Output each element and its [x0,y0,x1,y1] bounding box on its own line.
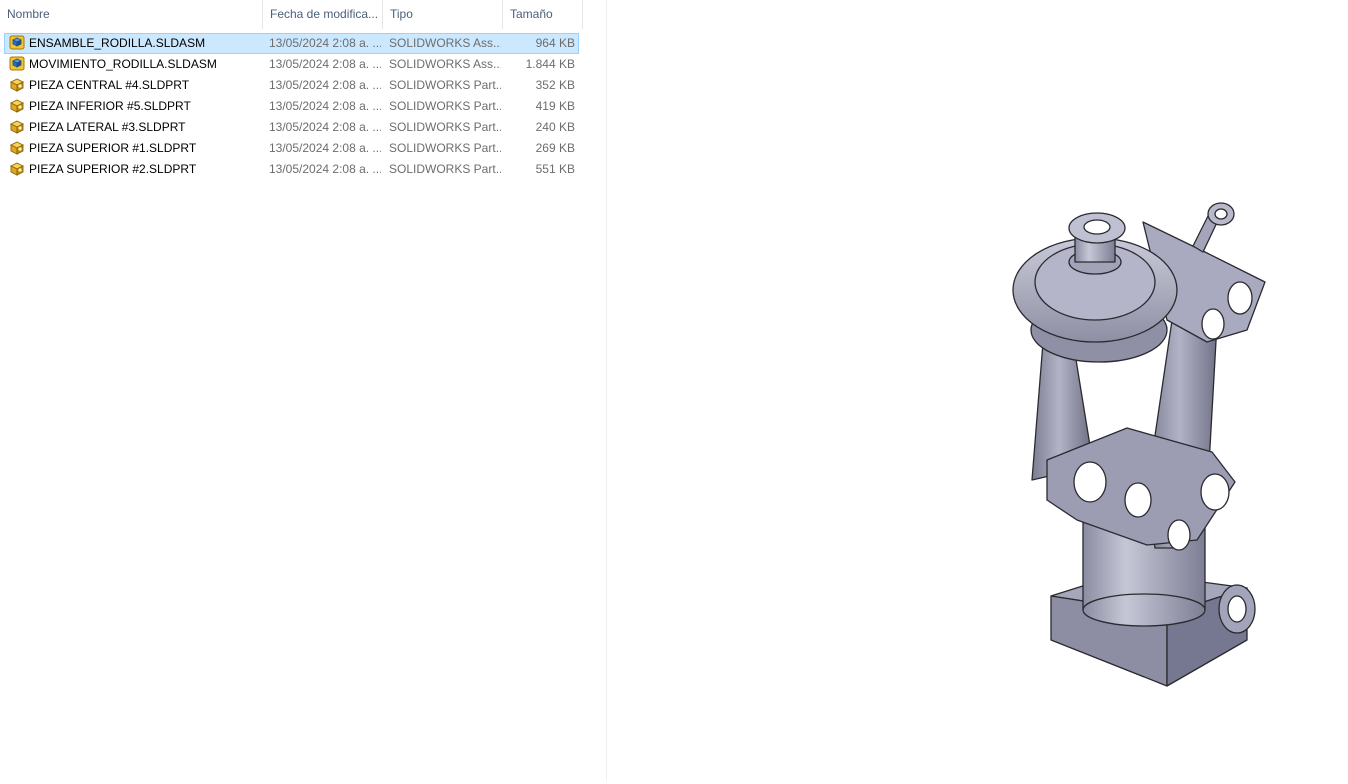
yoke-hole-right [1200,473,1230,511]
file-size: 964 KB [535,36,575,50]
file-type: SOLIDWORKS Part... [389,99,501,113]
part-icon [9,160,25,176]
file-type: SOLIDWORKS Part... [389,141,501,155]
file-date: 13/05/2024 2:08 a. ... [269,57,381,71]
part-icon [9,76,25,92]
file-date: 13/05/2024 2:08 a. ... [269,141,381,155]
file-type: SOLIDWORKS Part... [389,120,501,134]
file-list-pane: ^ Nombre Fecha de modifica... Tipo Tamañ… [0,0,607,781]
file-size: 551 KB [535,162,575,176]
column-header-type[interactable]: Tipo [383,0,503,29]
file-date: 13/05/2024 2:08 a. ... [269,162,381,176]
yoke-hole-left [1073,461,1107,503]
file-name: PIEZA CENTRAL #4.SLDPRT [29,78,190,92]
file-type: SOLIDWORKS Ass... [389,36,501,50]
file-size: 269 KB [535,141,575,155]
file-type: SOLIDWORKS Ass... [389,57,501,71]
file-type: SOLIDWORKS Part... [389,78,501,92]
file-date: 13/05/2024 2:08 a. ... [269,36,381,50]
file-name: PIEZA INFERIOR #5.SLDPRT [29,99,191,113]
file-size: 419 KB [535,99,575,113]
file-date: 13/05/2024 2:08 a. ... [269,120,381,134]
column-header-row: ^ Nombre Fecha de modifica... Tipo Tamañ… [0,0,583,30]
file-size: 240 KB [535,120,575,134]
assembly-icon [9,55,25,71]
file-name: MOVIMIENTO_RODILLA.SLDASM [29,57,217,71]
bracket-hole-2 [1201,308,1225,340]
file-name: PIEZA LATERAL #3.SLDPRT [29,120,186,134]
right-link-lower-hole [1167,519,1191,551]
file-rows: ENSAMBLE_RODILLA.SLDASM 13/05/2024 2:08 … [4,33,579,180]
column-header-name[interactable]: Nombre [0,0,263,29]
file-row[interactable]: PIEZA LATERAL #3.SLDPRT 13/05/2024 2:08 … [4,117,579,138]
file-name: PIEZA SUPERIOR #2.SLDPRT [29,162,197,176]
column-header-date[interactable]: Fecha de modifica... [263,0,383,29]
file-row[interactable]: ENSAMBLE_RODILLA.SLDASM 13/05/2024 2:08 … [4,33,579,54]
part-icon [9,139,25,155]
file-date: 13/05/2024 2:08 a. ... [269,99,381,113]
file-row[interactable]: MOVIMIENTO_RODILLA.SLDASM 13/05/2024 2:0… [4,54,579,75]
file-row[interactable]: PIEZA INFERIOR #5.SLDPRT 13/05/2024 2:08… [4,96,579,117]
file-name: ENSAMBLE_RODILLA.SLDASM [29,36,206,50]
file-size: 352 KB [535,78,575,92]
part-icon [9,118,25,134]
file-size: 1.844 KB [525,57,575,71]
file-row[interactable]: PIEZA CENTRAL #4.SLDPRT 13/05/2024 2:08 … [4,75,579,96]
column-header-size[interactable]: Tamaño [503,0,583,29]
model-preview-pane [607,0,1348,781]
file-date: 13/05/2024 2:08 a. ... [269,78,381,92]
file-row[interactable]: PIEZA SUPERIOR #2.SLDPRT 13/05/2024 2:08… [4,159,579,180]
bracket-hole-1 [1227,281,1253,315]
file-row[interactable]: PIEZA SUPERIOR #1.SLDPRT 13/05/2024 2:08… [4,138,579,159]
knee-assembly-3d-model [1012,202,1266,687]
assembly-icon [9,34,25,50]
file-type: SOLIDWORKS Part... [389,162,501,176]
part-icon [9,97,25,113]
file-name: PIEZA SUPERIOR #1.SLDPRT [29,141,197,155]
